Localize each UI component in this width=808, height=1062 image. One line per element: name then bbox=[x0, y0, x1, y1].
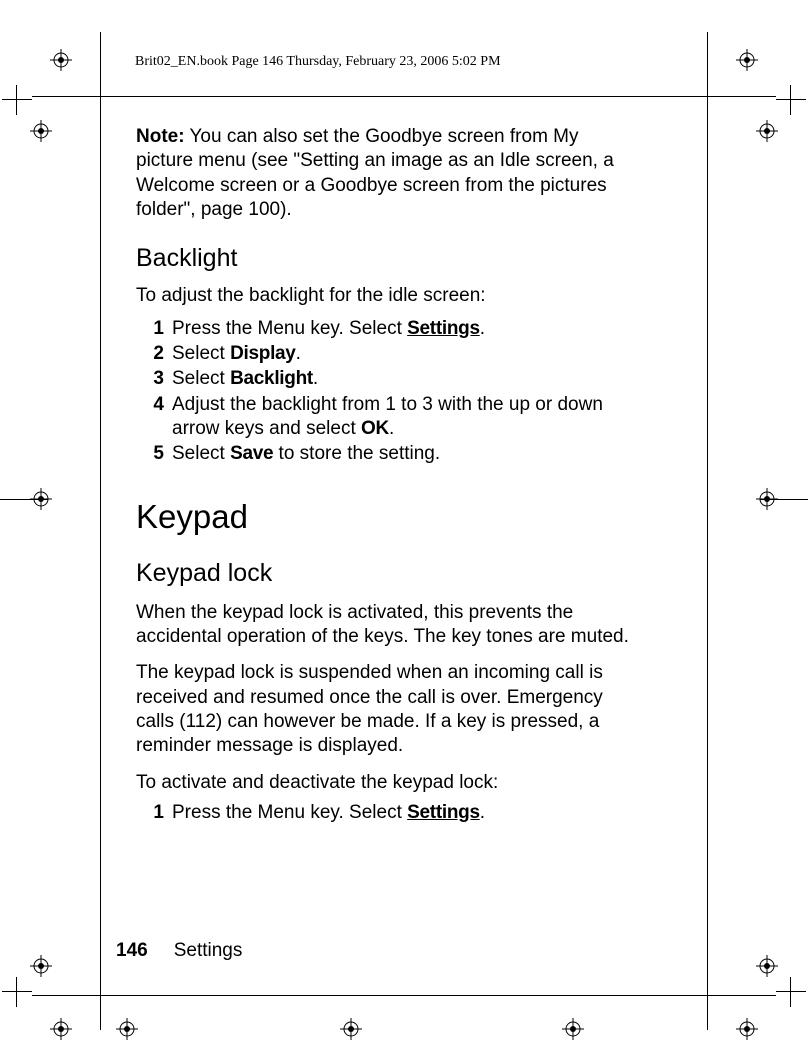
heading-keypad: Keypad bbox=[136, 496, 636, 538]
page-content: Note: You can also set the Goodbye scree… bbox=[136, 125, 636, 826]
note-text: You can also set the Goodbye screen from… bbox=[136, 126, 614, 220]
running-head: Brit02_EN.book Page 146 Thursday, Februa… bbox=[135, 54, 501, 70]
crop-line-left bbox=[100, 32, 101, 1030]
list-item: 1Press the Menu key. Select Settings. bbox=[160, 317, 636, 341]
menu-name: Settings bbox=[407, 802, 480, 823]
registration-mark-icon bbox=[756, 955, 778, 977]
registration-mark-icon bbox=[116, 1018, 138, 1040]
list-item: 2Select Display. bbox=[160, 342, 636, 366]
crop-line-bottom bbox=[32, 995, 776, 996]
menu-name: OK bbox=[361, 418, 389, 439]
registration-mark-icon bbox=[562, 1018, 584, 1040]
menu-name: Display bbox=[230, 343, 296, 364]
step-number: 1 bbox=[144, 317, 164, 341]
step-text: . bbox=[480, 318, 485, 339]
registration-mark-icon bbox=[340, 1018, 362, 1040]
registration-mark-icon bbox=[756, 488, 778, 510]
crop-line-top bbox=[32, 96, 776, 97]
step-text: . bbox=[389, 418, 394, 439]
step-text: Select bbox=[172, 368, 230, 389]
heading-keypad-lock: Keypad lock bbox=[136, 557, 636, 589]
step-text: Select bbox=[172, 443, 230, 464]
step-text: Select bbox=[172, 343, 230, 364]
step-number: 2 bbox=[144, 342, 164, 366]
list-item: 5Select Save to store the setting. bbox=[160, 442, 636, 466]
menu-name: Settings bbox=[407, 318, 480, 339]
list-item: 4Adjust the backlight from 1 to 3 with t… bbox=[160, 393, 636, 442]
registration-mark-icon bbox=[736, 49, 758, 71]
page-number: 146 bbox=[116, 940, 148, 961]
step-number: 3 bbox=[144, 367, 164, 391]
menu-name: Save bbox=[230, 443, 273, 464]
registration-mark-icon bbox=[50, 49, 72, 71]
registration-mark-icon bbox=[736, 1018, 758, 1040]
registration-mark-icon bbox=[30, 120, 52, 142]
step-text: to store the setting. bbox=[273, 443, 440, 464]
registration-mark-icon bbox=[30, 488, 52, 510]
step-text: . bbox=[296, 343, 301, 364]
heading-backlight: Backlight bbox=[136, 242, 636, 274]
keypad-paragraph: The keypad lock is suspended when an inc… bbox=[136, 661, 636, 758]
crop-mark-icon bbox=[776, 85, 806, 115]
step-text: . bbox=[480, 802, 485, 823]
section-name: Settings bbox=[174, 940, 243, 961]
backlight-intro: To adjust the backlight for the idle scr… bbox=[136, 284, 636, 308]
note-paragraph: Note: You can also set the Goodbye scree… bbox=[136, 125, 636, 222]
keypad-paragraph: When the keypad lock is activated, this … bbox=[136, 601, 636, 650]
registration-mark-icon bbox=[50, 1018, 72, 1040]
crop-mark-icon bbox=[2, 85, 32, 115]
step-number: 5 bbox=[144, 442, 164, 466]
registration-mark-icon bbox=[30, 955, 52, 977]
registration-mark-icon bbox=[756, 120, 778, 142]
step-number: 4 bbox=[144, 393, 164, 417]
step-text: Press the Menu key. Select bbox=[172, 318, 407, 339]
page-footer: 146 Settings bbox=[116, 940, 242, 962]
note-label: Note: bbox=[136, 126, 185, 147]
crop-line-right bbox=[707, 32, 708, 1030]
list-item: 3Select Backlight. bbox=[160, 367, 636, 391]
list-item: 1Press the Menu key. Select Settings. bbox=[160, 801, 636, 825]
step-text: . bbox=[313, 368, 318, 389]
menu-name: Backlight bbox=[230, 368, 313, 389]
backlight-steps: 1Press the Menu key. Select Settings. 2S… bbox=[136, 317, 636, 467]
step-text: Press the Menu key. Select bbox=[172, 802, 407, 823]
crop-mark-icon bbox=[2, 977, 32, 1007]
keypad-steps: 1 Press the Menu key. Select Settings. bbox=[136, 801, 636, 825]
step-number: 1 bbox=[144, 801, 164, 825]
keypad-paragraph: To activate and deactivate the keypad lo… bbox=[136, 771, 636, 795]
crop-mark-icon bbox=[776, 977, 806, 1007]
